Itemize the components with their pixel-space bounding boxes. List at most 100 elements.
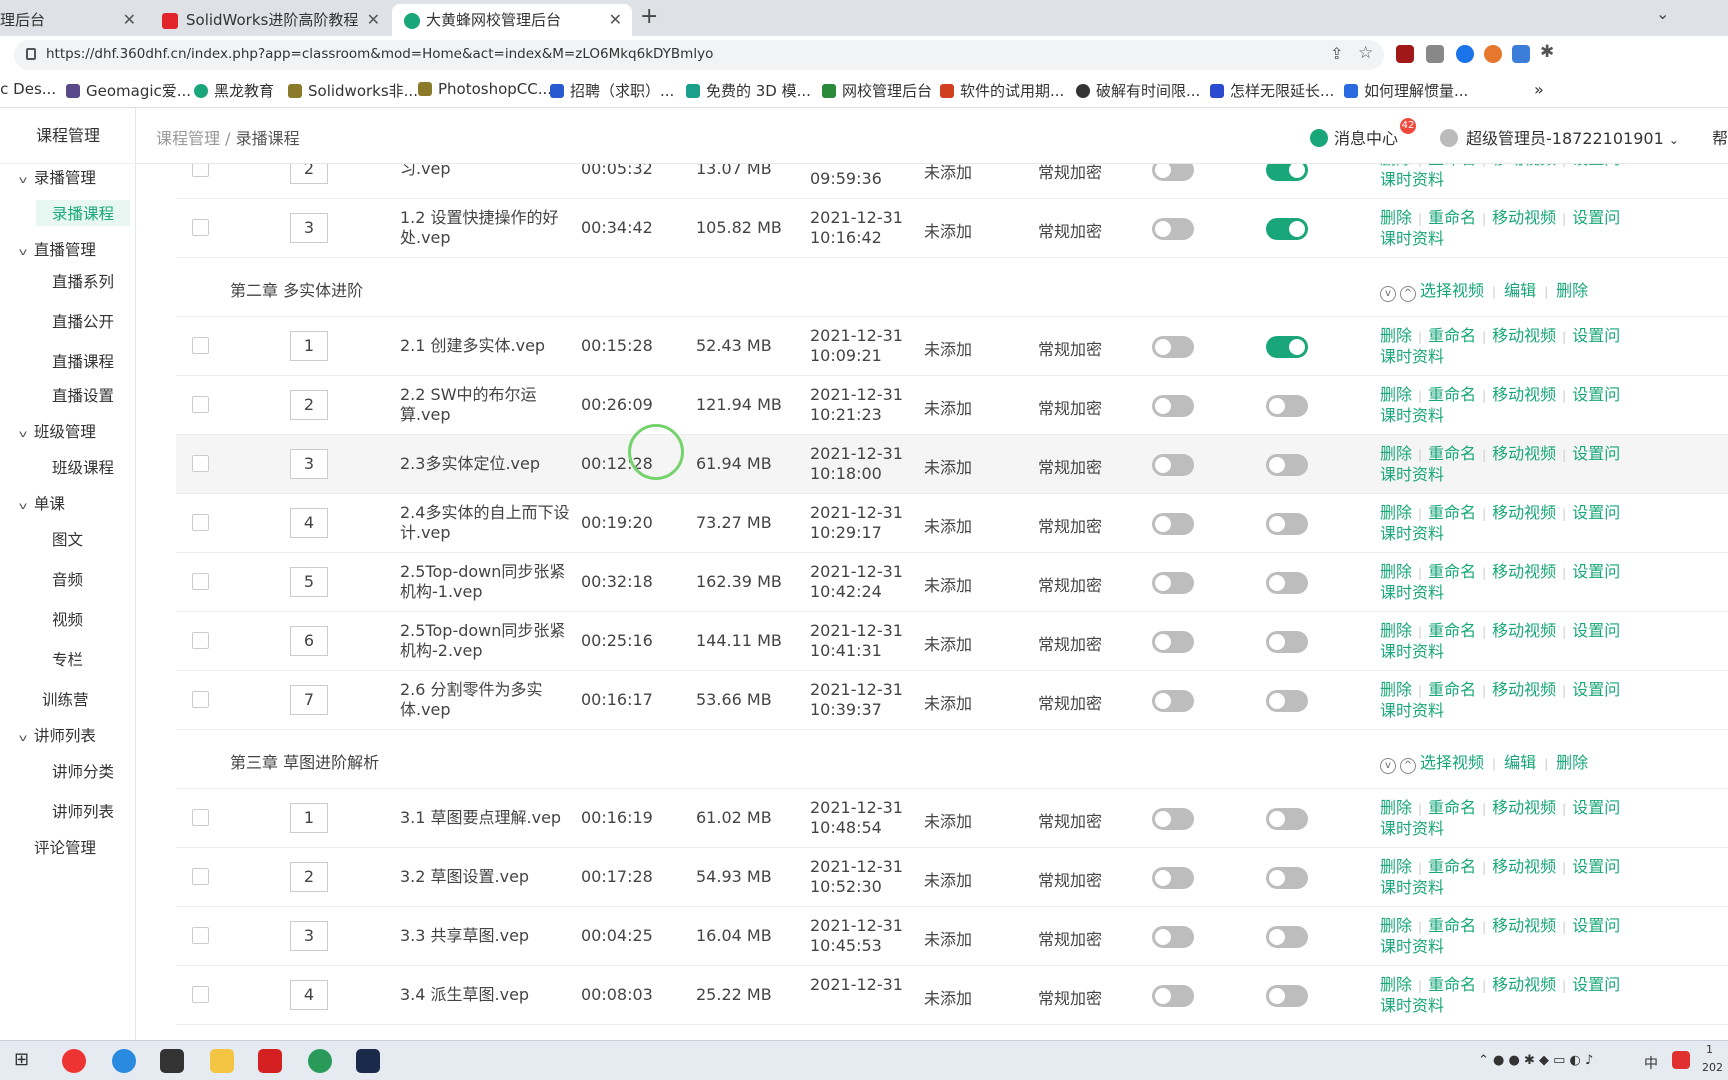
materials-link[interactable]: 课时资料: [1380, 996, 1444, 1015]
row-checkbox[interactable]: [192, 219, 209, 236]
select-video-link[interactable]: 选择视频: [1420, 753, 1484, 772]
move-video-link[interactable]: 移动视频: [1492, 326, 1556, 345]
sort-order-input[interactable]: 7: [290, 685, 328, 715]
delete-link[interactable]: 删除: [1380, 975, 1412, 994]
toggle-switch[interactable]: [1266, 513, 1308, 535]
row-checkbox[interactable]: [192, 868, 209, 885]
sidebar-item-training[interactable]: 训练营: [42, 688, 89, 710]
lesson-row[interactable]: 2 2.2 SW中的布尔运算.vep 00:26:09 121.94 MB 2021-1…: [176, 376, 1728, 435]
delete-link[interactable]: 删除: [1380, 857, 1412, 876]
select-video-link[interactable]: 选择视频: [1420, 281, 1484, 300]
sidebar-item-live-courses[interactable]: 直播课程: [52, 350, 114, 372]
toggle-switch[interactable]: [1152, 336, 1194, 358]
toggle-switch[interactable]: [1152, 690, 1194, 712]
lesson-row[interactable]: 3 3.3 共享草图.vep 00:04:25 16.04 MB 2021-12-31 1…: [176, 907, 1728, 966]
rename-link[interactable]: 重命名: [1428, 164, 1476, 168]
sort-order-input[interactable]: 1: [290, 803, 328, 833]
toggle-switch[interactable]: [1152, 164, 1194, 181]
sidebar-item-live-series[interactable]: 直播系列: [52, 270, 114, 292]
move-video-link[interactable]: 移动视频: [1492, 208, 1556, 227]
set-question-link[interactable]: 设置问: [1572, 503, 1620, 522]
row-checkbox[interactable]: [192, 337, 209, 354]
rename-link[interactable]: 重命名: [1428, 798, 1476, 817]
message-center[interactable]: 消息中心: [1310, 125, 1398, 149]
lesson-row[interactable]: 3 2.3多实体定位.vep 00:12:28 61.94 MB 2021-12-31 1…: [176, 435, 1728, 494]
move-video-link[interactable]: 移动视频: [1492, 680, 1556, 699]
sort-order-input[interactable]: 2: [290, 164, 328, 184]
bookmark[interactable]: 怎样无限延长...: [1210, 80, 1334, 101]
lesson-row[interactable]: 1 3.1 草图要点理解.vep 00:16:19 61.02 MB 2021-12-3…: [176, 789, 1728, 848]
move-video-link[interactable]: 移动视频: [1492, 621, 1556, 640]
row-checkbox[interactable]: [192, 632, 209, 649]
materials-link[interactable]: 课时资料: [1380, 524, 1444, 543]
set-question-link[interactable]: 设置问: [1572, 916, 1620, 935]
toggle-switch[interactable]: [1266, 454, 1308, 476]
lesson-row[interactable]: 2习.vep00:05:3213.07 MB09:59:36未添加常规加密删除|…: [176, 164, 1728, 199]
tray-icons[interactable]: ⌃ ● ● ✱ ◆ ▭ ◐ ♪: [1478, 1053, 1593, 1068]
solidworks-icon[interactable]: [258, 1049, 282, 1073]
sidebar-group-single[interactable]: v 单课: [19, 492, 65, 514]
collapse-icon[interactable]: ^: [1400, 758, 1416, 774]
toggle-switch[interactable]: [1266, 631, 1308, 653]
edit-chapter-link[interactable]: 编辑: [1504, 753, 1536, 772]
materials-link[interactable]: 课时资料: [1380, 229, 1444, 248]
delete-link[interactable]: 删除: [1380, 208, 1412, 227]
move-video-link[interactable]: 移动视频: [1492, 503, 1556, 522]
sidebar-item-comments[interactable]: 评论管理: [34, 836, 96, 858]
rename-link[interactable]: 重命名: [1428, 385, 1476, 404]
user-menu[interactable]: 超级管理员-18722101901 ⌄: [1440, 125, 1679, 149]
sort-order-input[interactable]: 1: [290, 331, 328, 361]
delete-link[interactable]: 删除: [1380, 164, 1412, 168]
sort-order-input[interactable]: 4: [290, 980, 328, 1010]
move-video-link[interactable]: 移动视频: [1492, 444, 1556, 463]
delete-link[interactable]: 删除: [1380, 385, 1412, 404]
toggle-switch[interactable]: [1152, 808, 1194, 830]
sidebar-group-teachers[interactable]: v 讲师列表: [19, 724, 96, 746]
new-tab-icon[interactable]: +: [640, 4, 658, 29]
set-question-link[interactable]: 设置问: [1572, 857, 1620, 876]
clock-date[interactable]: 202: [1702, 1061, 1723, 1074]
expand-icon[interactable]: v: [1380, 286, 1396, 302]
lesson-row[interactable]: 7 2.6 分割零件为多实体.vep 00:16:17 53.66 MB 2021-12…: [176, 671, 1728, 730]
bookmark[interactable]: 招聘（求职）...: [550, 80, 674, 101]
materials-link[interactable]: 课时资料: [1380, 642, 1444, 661]
rename-link[interactable]: 重命名: [1428, 208, 1476, 227]
extension-icon[interactable]: [1426, 45, 1444, 63]
set-question-link[interactable]: 设置问: [1572, 680, 1620, 699]
toggle-switch[interactable]: [1152, 513, 1194, 535]
toggle-switch[interactable]: [1266, 926, 1308, 948]
sidebar-item-live-settings[interactable]: 直播设置: [52, 384, 114, 406]
toggle-switch[interactable]: [1266, 336, 1308, 358]
chevron-down-icon[interactable]: ⌄: [1656, 4, 1669, 23]
share-icon[interactable]: ⇪: [1330, 44, 1343, 63]
rename-link[interactable]: 重命名: [1428, 857, 1476, 876]
bookmark[interactable]: Geomagic爱...: [66, 80, 191, 101]
folder-icon[interactable]: [210, 1049, 234, 1073]
help-link[interactable]: 帮: [1712, 125, 1728, 149]
move-video-link[interactable]: 移动视频: [1492, 798, 1556, 817]
toggle-switch[interactable]: [1152, 631, 1194, 653]
toggle-switch[interactable]: [1152, 572, 1194, 594]
delete-chapter-link[interactable]: 删除: [1556, 753, 1588, 772]
sort-order-input[interactable]: 3: [290, 449, 328, 479]
browser-tab-active[interactable]: 大黄蜂网校管理后台 ✕: [392, 4, 632, 36]
move-video-link[interactable]: 移动视频: [1492, 975, 1556, 994]
lock-icon[interactable]: [26, 48, 36, 60]
materials-link[interactable]: 课时资料: [1380, 701, 1444, 720]
materials-link[interactable]: 课时资料: [1380, 937, 1444, 956]
toggle-switch[interactable]: [1152, 985, 1194, 1007]
set-question-link[interactable]: 设置问: [1572, 385, 1620, 404]
puzzle-icon[interactable]: ✱: [1540, 42, 1554, 62]
rename-link[interactable]: 重命名: [1428, 680, 1476, 699]
rename-link[interactable]: 重命名: [1428, 562, 1476, 581]
url-text[interactable]: https://dhf.360dhf.cn/index.php?app=clas…: [46, 46, 713, 62]
sidebar-item-column[interactable]: 专栏: [52, 648, 83, 670]
bookmark[interactable]: ic Des...: [0, 80, 56, 98]
set-question-link[interactable]: 设置问: [1572, 444, 1620, 463]
bookmark[interactable]: 免费的 3D 模...: [686, 80, 811, 101]
collapse-icon[interactable]: ^: [1400, 286, 1416, 302]
row-checkbox[interactable]: [192, 164, 209, 177]
bookmark[interactable]: 软件的试用期...: [940, 80, 1064, 101]
sidebar-item-class-courses[interactable]: 班级课程: [52, 456, 114, 478]
bookmark[interactable]: Solidworks非...: [288, 80, 418, 101]
